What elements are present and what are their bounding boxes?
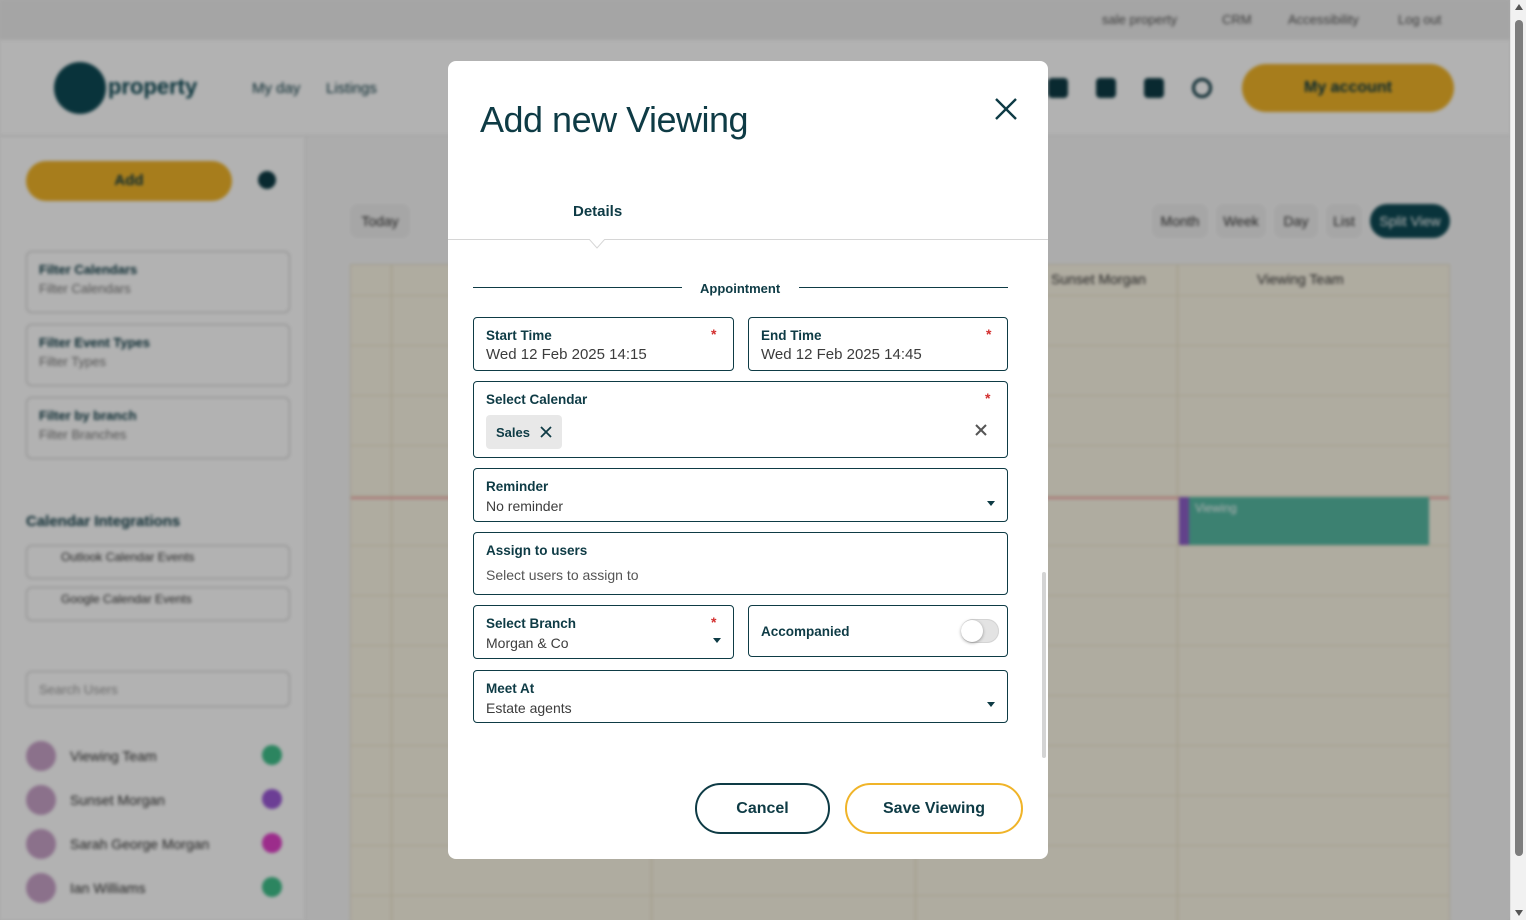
end-time-field[interactable]: End Time * Wed 12 Feb 2025 14:45 xyxy=(748,317,1008,371)
scrollbar-thumb[interactable] xyxy=(1515,20,1523,856)
reminder-value: No reminder xyxy=(486,498,564,514)
scroll-up-arrow-icon[interactable] xyxy=(1515,4,1523,10)
modal-title: Add new Viewing xyxy=(480,99,749,140)
select-calendar-field[interactable]: Select Calendar * Sales xyxy=(473,381,1008,458)
chevron-down-icon xyxy=(987,501,995,506)
select-calendar-label: Select Calendar xyxy=(486,392,588,407)
tab-details[interactable]: Details xyxy=(573,203,622,220)
chevron-down-icon xyxy=(713,638,721,643)
start-time-field[interactable]: Start Time * Wed 12 Feb 2025 14:15 xyxy=(473,317,734,371)
start-time-label: Start Time xyxy=(486,328,552,343)
end-time-value: Wed 12 Feb 2025 14:45 xyxy=(761,346,922,363)
scroll-down-arrow-icon[interactable] xyxy=(1515,910,1523,916)
meet-at-label: Meet At xyxy=(486,681,535,696)
calendar-chip: Sales xyxy=(486,415,562,449)
save-viewing-button[interactable]: Save Viewing xyxy=(845,783,1023,834)
required-indicator: * xyxy=(986,326,992,342)
required-indicator: * xyxy=(711,326,717,342)
section-divider-right xyxy=(799,287,1008,288)
toggle-knob xyxy=(961,620,983,642)
required-indicator: * xyxy=(711,614,717,630)
assign-users-placeholder: Select users to assign to xyxy=(486,567,639,583)
required-indicator: * xyxy=(985,390,991,406)
reminder-select[interactable]: Reminder No reminder xyxy=(473,468,1008,522)
end-time-label: End Time xyxy=(761,328,822,343)
meet-at-value: Estate agents xyxy=(486,700,572,716)
close-button[interactable] xyxy=(988,91,1024,127)
reminder-label: Reminder xyxy=(486,479,549,494)
page-scrollbar[interactable] xyxy=(1510,0,1526,920)
modal-scrollbar[interactable] xyxy=(1042,572,1046,758)
select-branch-select[interactable]: Select Branch * Morgan & Co xyxy=(473,605,734,659)
chevron-down-icon xyxy=(987,702,995,707)
remove-chip-icon[interactable] xyxy=(540,426,552,438)
section-heading: Appointment xyxy=(700,281,781,296)
cancel-button[interactable]: Cancel xyxy=(695,783,830,834)
active-tab-caret-icon xyxy=(589,239,605,249)
start-time-value: Wed 12 Feb 2025 14:15 xyxy=(486,346,647,363)
assign-users-field[interactable]: Assign to users Select users to assign t… xyxy=(473,532,1008,595)
accompanied-field: Accompanied xyxy=(748,605,1008,657)
calendar-chip-label: Sales xyxy=(496,425,530,440)
close-icon xyxy=(995,98,1017,120)
add-viewing-modal: Add new Viewing Details Appointment Star… xyxy=(448,61,1048,859)
accompanied-label: Accompanied xyxy=(761,624,850,639)
tab-divider xyxy=(448,239,1048,240)
accompanied-toggle[interactable] xyxy=(961,619,999,643)
clear-selection-icon[interactable] xyxy=(975,424,987,436)
select-branch-label: Select Branch xyxy=(486,616,577,631)
assign-users-label: Assign to users xyxy=(486,543,588,558)
select-branch-value: Morgan & Co xyxy=(486,635,569,651)
section-divider-left xyxy=(473,287,682,288)
meet-at-select[interactable]: Meet At Estate agents xyxy=(473,670,1008,723)
